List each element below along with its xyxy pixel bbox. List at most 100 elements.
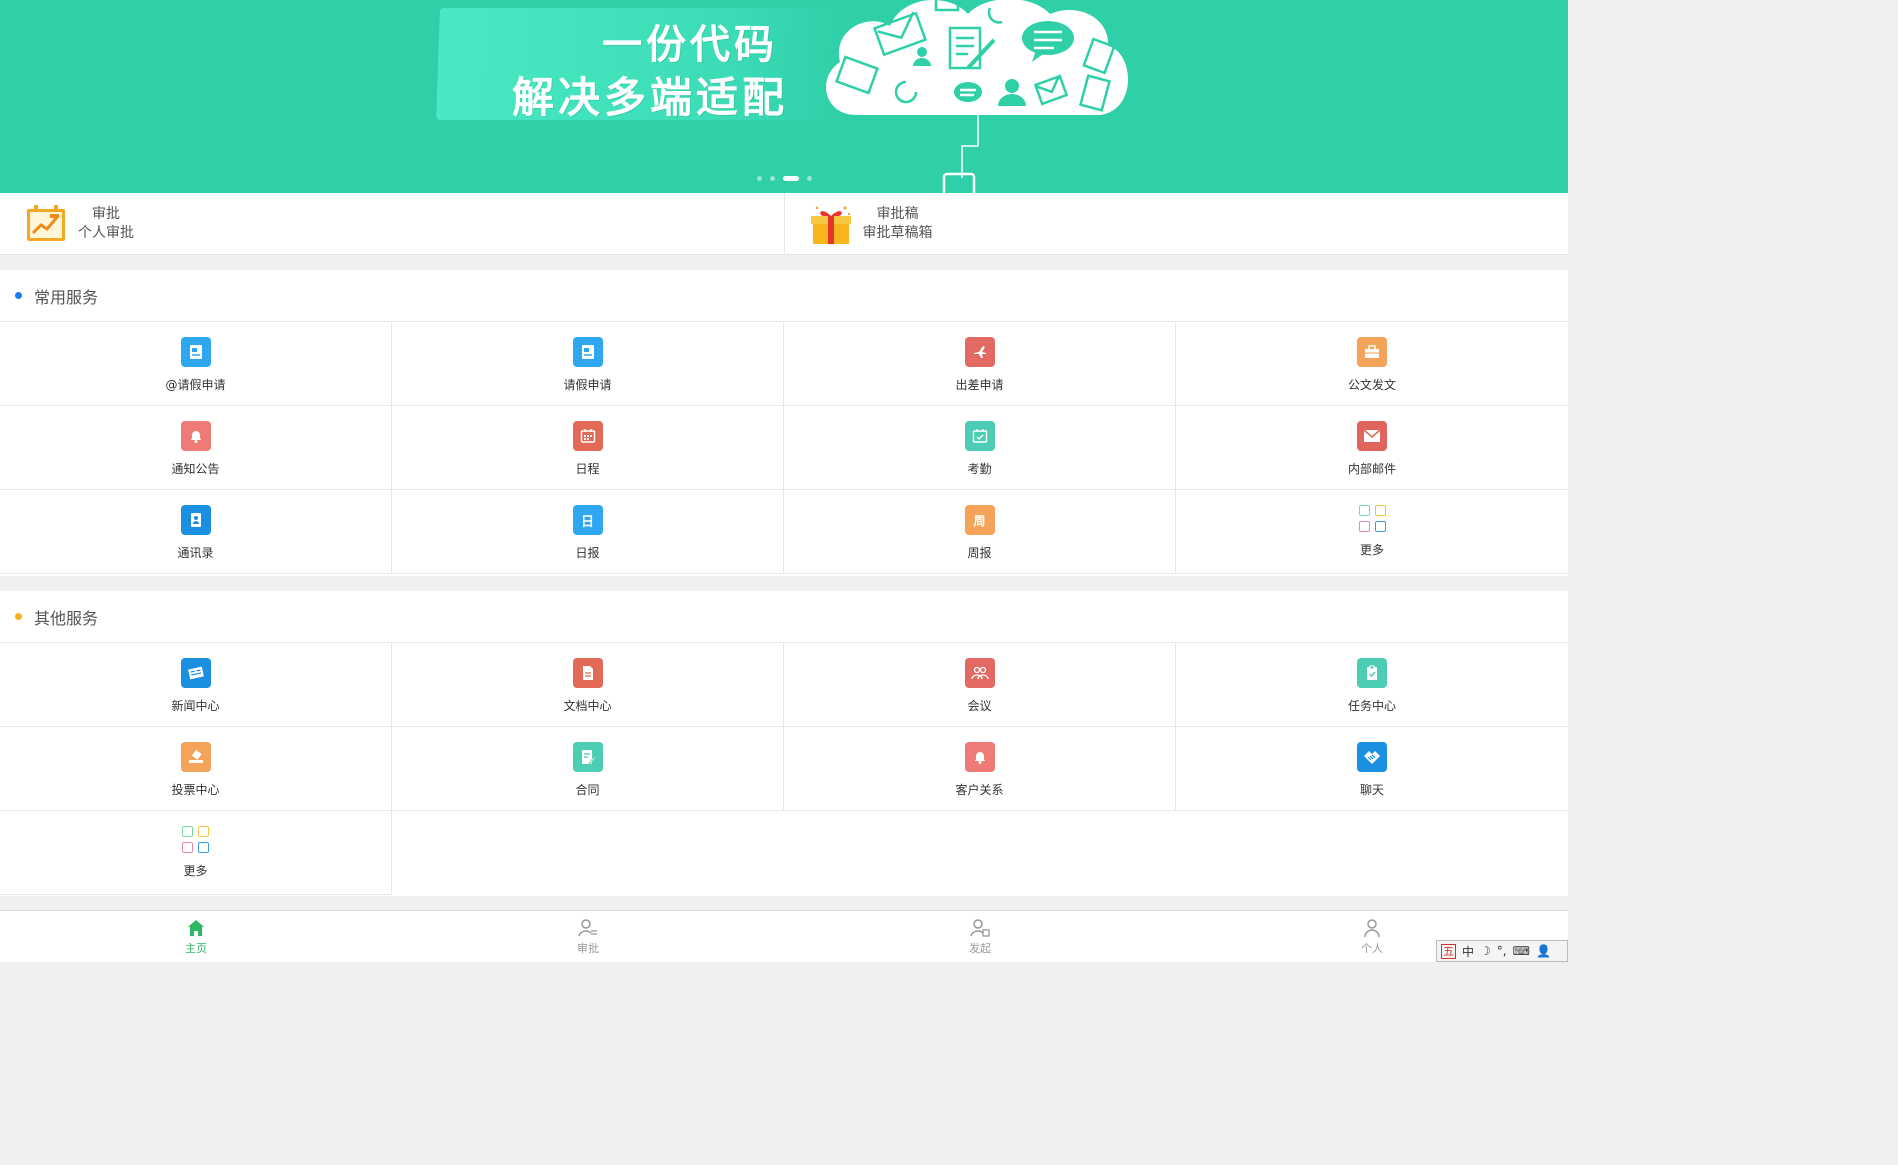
- contract-icon: [572, 742, 603, 772]
- service-item[interactable]: 日程: [392, 406, 784, 490]
- weekly-report-icon: 周: [964, 505, 995, 535]
- home-icon: [188, 920, 204, 936]
- gift-box-icon: [810, 206, 851, 244]
- service-item[interactable]: 通讯录: [0, 490, 392, 574]
- daily-report-icon: 日: [572, 505, 603, 535]
- carousel-dot[interactable]: [770, 176, 775, 181]
- service-item[interactable]: 内部邮件: [1176, 406, 1568, 490]
- ime-toolbar[interactable]: 五 中 ☽ °, ⌨ 👤: [1436, 940, 1568, 962]
- contacts-icon: [180, 505, 211, 535]
- ime-chinese-mode[interactable]: 中: [1462, 943, 1474, 960]
- service-item[interactable]: 客户关系: [784, 727, 1176, 811]
- tab-label: 主页: [185, 942, 207, 955]
- service-item[interactable]: 公文发文: [1176, 322, 1568, 406]
- tab-home[interactable]: 主页: [0, 911, 392, 962]
- service-item[interactable]: 合同: [392, 727, 784, 811]
- tab-label: 个人: [1361, 942, 1383, 955]
- service-item[interactable]: 通知公告: [0, 406, 392, 490]
- quick-subtitle: 个人审批: [78, 224, 134, 241]
- mail-icon: [1357, 421, 1387, 451]
- service-label: 内部邮件: [1347, 462, 1396, 476]
- meeting-icon: [964, 658, 995, 688]
- quick-entry-bar: 审批 个人审批 审批稿 审批草稿箱: [0, 193, 1568, 255]
- ime-wubi-icon[interactable]: 五: [1441, 943, 1456, 959]
- service-item[interactable]: 聊天: [1176, 727, 1568, 811]
- bell-icon: [964, 742, 995, 772]
- other-services-section: 其他服务 新闻中心 文档中心 会议 任务中心 投票中心 合同 客户关系 聊天 更…: [0, 591, 1568, 896]
- service-item[interactable]: 会议: [784, 643, 1176, 727]
- service-label: 更多: [1359, 543, 1384, 557]
- service-item-more[interactable]: 更多: [0, 811, 392, 895]
- quick-title: 审批: [92, 205, 120, 222]
- service-item[interactable]: 周 周报: [784, 490, 1176, 574]
- service-label: 日报: [575, 546, 600, 560]
- carousel-dot-active[interactable]: [783, 176, 799, 181]
- chart-board-icon: [27, 204, 65, 241]
- briefcase-icon: [1357, 337, 1387, 367]
- section-title: 常用服务: [34, 287, 99, 307]
- section-header: 其他服务: [0, 591, 1568, 643]
- other-services-grid: 新闻中心 文档中心 会议 任务中心 投票中心 合同 客户关系 聊天 更多: [0, 643, 1568, 895]
- service-item[interactable]: @请假申请: [0, 322, 392, 406]
- quick-approval[interactable]: 审批 个人审批: [0, 193, 785, 254]
- service-item-more[interactable]: 更多: [1176, 490, 1568, 574]
- clipboard-icon: [1357, 658, 1387, 688]
- banner-slogan-line2: 解决多端适配: [512, 73, 789, 122]
- service-label: 合同: [575, 783, 600, 797]
- person-icon: [1364, 919, 1380, 938]
- service-label: 聊天: [1359, 783, 1384, 797]
- leave-request-icon: [180, 337, 211, 367]
- common-services-section: 常用服务 @请假申请 请假申请 出差申请 公文发文 通知公告 日程 考勤 内部邮…: [0, 270, 1568, 576]
- quick-subtitle: 审批草稿箱: [862, 224, 933, 241]
- service-item[interactable]: 请假申请: [392, 322, 784, 406]
- service-label: 投票中心: [171, 783, 220, 797]
- carousel-dot[interactable]: [757, 176, 762, 181]
- calendar-icon: [572, 421, 603, 451]
- service-label: 文档中心: [563, 699, 612, 713]
- service-label: 考勤: [967, 462, 992, 476]
- newspaper-icon: [180, 658, 211, 688]
- service-label: 更多: [183, 864, 208, 878]
- service-item[interactable]: 文档中心: [392, 643, 784, 727]
- service-label: 通知公告: [171, 462, 220, 476]
- service-label: 请假申请: [563, 378, 612, 392]
- checkin-icon: [964, 421, 995, 451]
- service-label: 日程: [575, 462, 600, 476]
- service-label: 客户关系: [955, 783, 1004, 797]
- service-label: @请假申请: [165, 378, 226, 392]
- section-header: 常用服务: [0, 270, 1568, 322]
- service-item[interactable]: 投票中心: [0, 727, 392, 811]
- section-title: 其他服务: [34, 608, 99, 628]
- airplane-icon: [964, 337, 995, 367]
- cloud-devices-illustration: [826, 0, 1128, 193]
- service-item[interactable]: 考勤: [784, 406, 1176, 490]
- more-grid-icon: [1358, 505, 1386, 532]
- service-item[interactable]: 日 日报: [392, 490, 784, 574]
- banner-slogan-line1: 一份代码: [602, 21, 778, 68]
- vote-icon: [180, 742, 211, 772]
- service-label: 出差申请: [955, 378, 1004, 392]
- service-label: 任务中心: [1347, 699, 1396, 713]
- carousel-indicator[interactable]: [757, 176, 812, 181]
- quick-draft[interactable]: 审批稿 审批草稿箱: [785, 193, 1569, 254]
- quick-title: 审批稿: [876, 205, 919, 222]
- approval-icon: [578, 919, 597, 937]
- ime-keyboard-icon[interactable]: ⌨: [1513, 944, 1530, 958]
- more-grid-icon: [182, 826, 209, 853]
- service-item[interactable]: 出差申请: [784, 322, 1176, 406]
- section-bullet: [15, 613, 22, 620]
- service-item[interactable]: 任务中心: [1176, 643, 1568, 727]
- carousel-dot[interactable]: [807, 176, 812, 181]
- banner-carousel[interactable]: 一份代码 解决多端适配: [0, 0, 1568, 193]
- service-label: 周报: [967, 546, 992, 560]
- service-label: 通讯录: [177, 546, 214, 560]
- tab-initiate[interactable]: 发起: [784, 911, 1176, 962]
- tab-approval[interactable]: 审批: [392, 911, 784, 962]
- ime-user-icon[interactable]: 👤: [1536, 944, 1551, 958]
- common-services-grid: @请假申请 请假申请 出差申请 公文发文 通知公告 日程 考勤 内部邮件 通讯录…: [0, 322, 1568, 574]
- service-item[interactable]: 新闻中心: [0, 643, 392, 727]
- ime-punctuation-icon[interactable]: °,: [1497, 944, 1507, 958]
- leave-request-icon: [572, 337, 603, 367]
- tab-label: 审批: [577, 942, 599, 955]
- ime-halfwidth-icon[interactable]: ☽: [1480, 944, 1491, 958]
